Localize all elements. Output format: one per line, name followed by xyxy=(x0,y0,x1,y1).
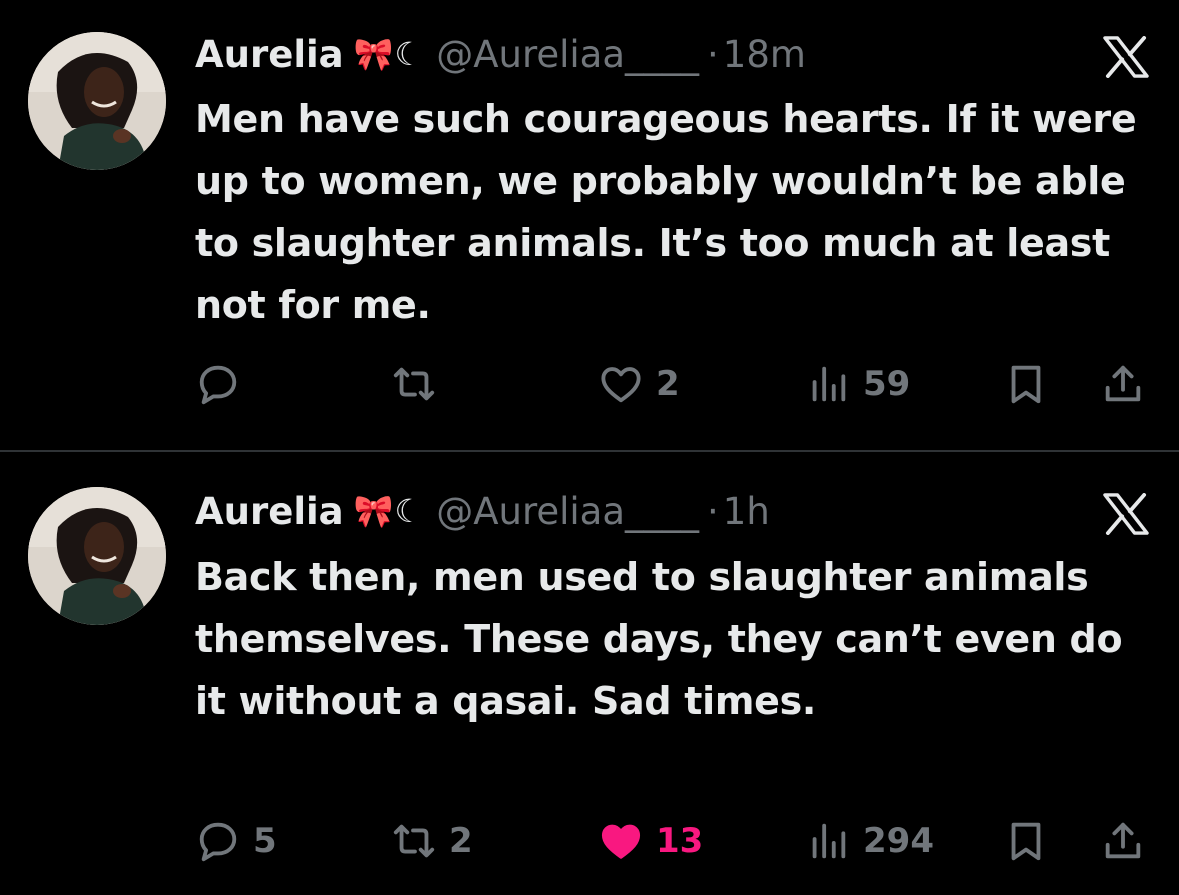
separator-dot: · xyxy=(707,32,719,76)
tweet-header: Aurelia 🎀☾ @Aureliaa____ · 18m xyxy=(195,26,806,82)
separator-dot: · xyxy=(707,489,719,533)
views-icon xyxy=(805,361,851,407)
tweet-text: Back then, men used to slaughter animals… xyxy=(195,555,1123,723)
action-bar: 5 2 13 294 xyxy=(195,815,1155,867)
user-handle[interactable]: @Aureliaa____ xyxy=(436,33,699,76)
avatar-photo xyxy=(28,32,166,170)
tweet-divider xyxy=(0,450,1179,452)
avatar[interactable] xyxy=(28,487,166,625)
reply-button[interactable]: 5 xyxy=(195,815,277,867)
reply-button[interactable] xyxy=(195,358,253,410)
reply-count: 5 xyxy=(253,821,277,861)
bookmark-button[interactable] xyxy=(1003,815,1049,867)
views-icon xyxy=(805,818,851,864)
views-button[interactable]: 59 xyxy=(805,358,910,410)
retweet-count: 2 xyxy=(449,821,473,861)
heart-icon xyxy=(598,818,644,864)
avatar[interactable] xyxy=(28,32,166,170)
retweet-button[interactable]: 2 xyxy=(391,815,473,867)
bookmark-icon xyxy=(1003,818,1049,864)
views-count: 294 xyxy=(863,821,934,861)
retweet-icon xyxy=(391,818,437,864)
tweet-header: Aurelia 🎀☾ @Aureliaa____ · 1h xyxy=(195,483,770,539)
display-name[interactable]: Aurelia xyxy=(195,33,344,76)
tweet-card[interactable]: Aurelia 🎀☾ @Aureliaa____ · 18m Men have … xyxy=(0,0,1179,450)
reply-icon xyxy=(195,818,241,864)
name-emoji: 🎀☾ xyxy=(353,492,425,530)
bookmark-icon xyxy=(1003,361,1049,407)
user-handle[interactable]: @Aureliaa____ xyxy=(436,490,699,533)
tweet-text: Men have such courageous hearts. If it w… xyxy=(195,97,1137,327)
share-button[interactable] xyxy=(1100,815,1146,867)
avatar-photo xyxy=(28,487,166,625)
like-button[interactable]: 2 xyxy=(598,358,680,410)
bookmark-button[interactable] xyxy=(1003,358,1049,410)
share-icon xyxy=(1100,361,1146,407)
display-name[interactable]: Aurelia xyxy=(195,490,344,533)
heart-icon xyxy=(598,361,644,407)
tweet-card[interactable]: Aurelia 🎀☾ @Aureliaa____ · 1h Back then,… xyxy=(0,455,1179,895)
x-logo-icon xyxy=(1103,493,1149,535)
retweet-icon xyxy=(391,361,437,407)
share-button[interactable] xyxy=(1100,358,1146,410)
like-count: 2 xyxy=(656,364,680,404)
like-count: 13 xyxy=(656,821,704,861)
views-button[interactable]: 294 xyxy=(805,815,934,867)
timestamp[interactable]: 18m xyxy=(723,33,806,76)
timestamp[interactable]: 1h xyxy=(723,490,770,533)
like-button[interactable]: 13 xyxy=(598,815,703,867)
name-emoji: 🎀☾ xyxy=(353,35,425,73)
action-bar: 2 59 xyxy=(195,358,1155,410)
retweet-button[interactable] xyxy=(391,358,449,410)
reply-icon xyxy=(195,361,241,407)
views-count: 59 xyxy=(863,364,911,404)
x-logo-icon xyxy=(1103,36,1149,78)
share-icon xyxy=(1100,818,1146,864)
